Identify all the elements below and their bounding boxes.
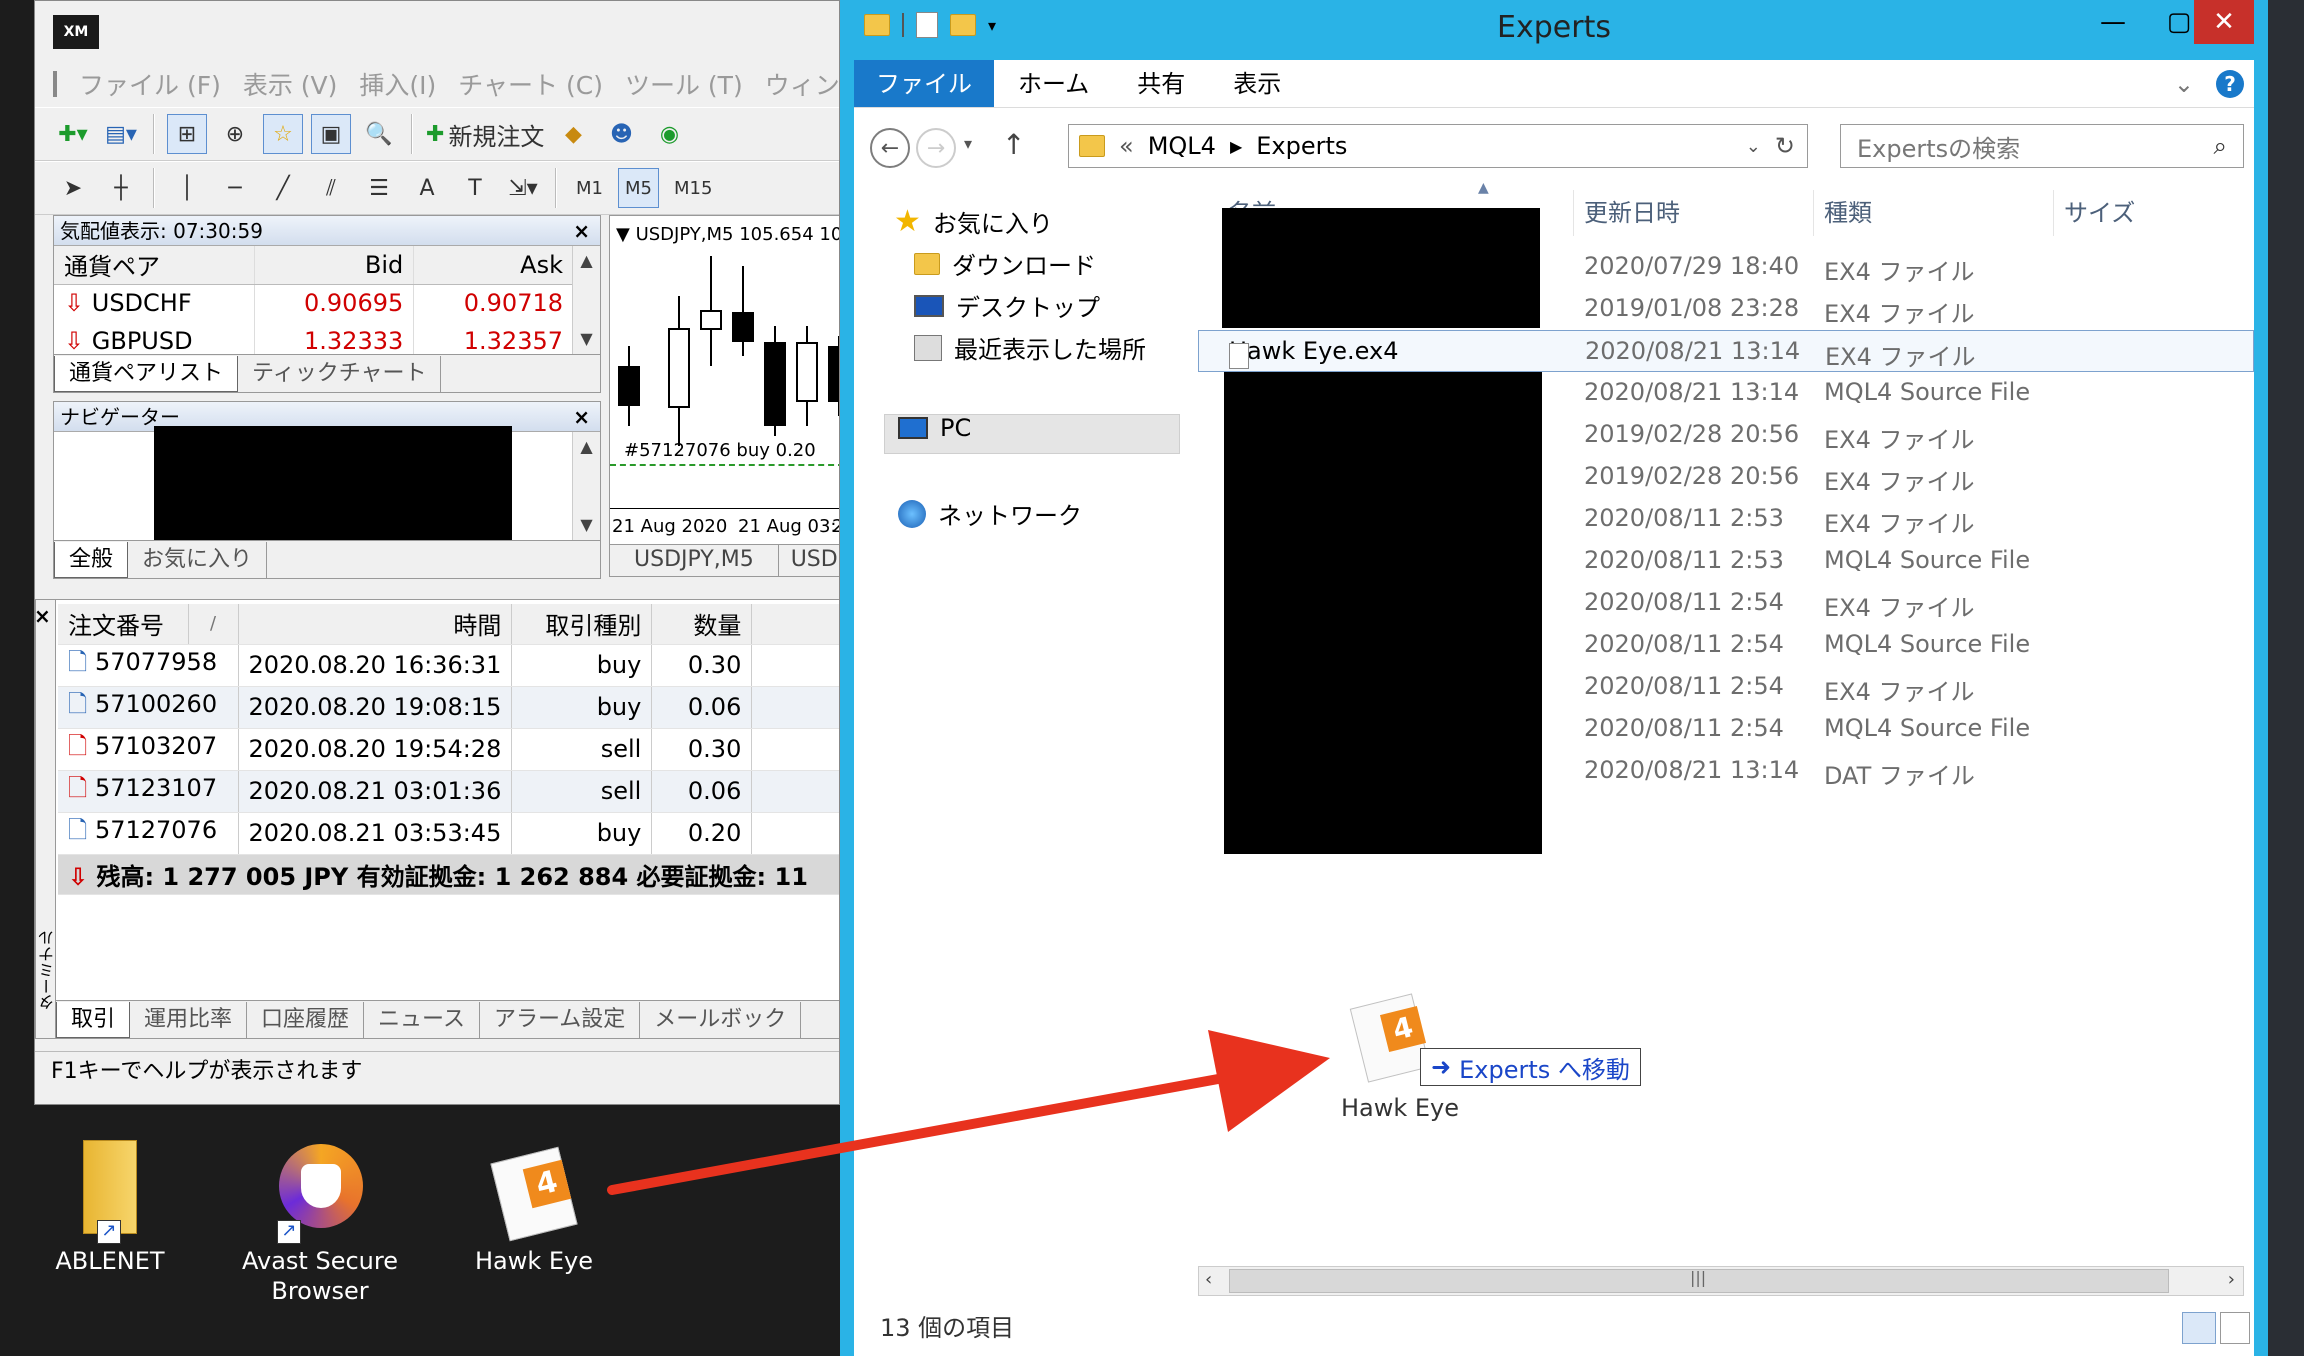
- background-window-edge: [2268, 0, 2304, 1356]
- red-arrow-annotation: [607, 1030, 1330, 1195]
